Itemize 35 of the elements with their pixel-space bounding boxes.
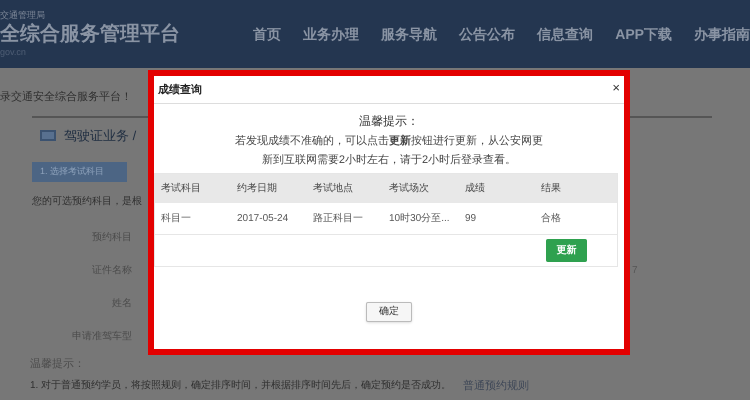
column-header: 考试场次 <box>389 182 430 196</box>
table-cell-text: 路正科目一 <box>313 212 364 226</box>
table-cell-text: 科目一 <box>161 212 192 226</box>
column-header: 结果 <box>541 182 562 196</box>
table-cell-text: 合格 <box>541 212 562 226</box>
nav-link[interactable]: 业务办理 <box>303 24 360 44</box>
welcome-text: 录交通安全综合服务平台！ <box>0 91 132 103</box>
table-cell-text: 10时30分至... <box>389 212 451 226</box>
column-header: 约考日期 <box>237 182 278 196</box>
card-icon <box>40 130 56 142</box>
step-tab[interactable]: 1. 选择考试科目 <box>32 162 127 182</box>
column-header: 成绩 <box>465 182 486 196</box>
nav-link[interactable]: 办事指南 <box>694 24 750 44</box>
update-button[interactable]: 更新 <box>546 238 587 262</box>
dialog-title: 成绩查询 <box>158 82 202 98</box>
column-header: 考试科目 <box>161 182 202 196</box>
nav-link[interactable]: 首页 <box>253 24 282 44</box>
close-button[interactable]: × <box>612 80 620 94</box>
column-header: 考试地点 <box>313 182 354 196</box>
tip-title: 温馨提示： <box>359 112 419 130</box>
notice-text: 1. 对于普通预约学员，将按照规则，确定排序时间，并根据排序时间先后，确定预约是否成功。 <box>30 378 452 394</box>
nav-link[interactable]: 服务导航 <box>381 24 438 44</box>
table-cell-text: 99 <box>465 212 478 226</box>
breadcrumb: 驾驶证业务 / <box>64 127 136 145</box>
agency-name: 交通管理局 <box>0 10 46 22</box>
tip-text: 新到互联网需要2小时左右，请于2小时后登录查看。 <box>262 152 516 168</box>
table-cell-text: 2017-05-24 <box>237 212 290 226</box>
rules-link[interactable]: 普通预约规则 <box>463 378 530 394</box>
ok-button[interactable]: 确定 <box>366 302 412 322</box>
tip-text: 若发现成绩不准确的，可以点击更新按钮进行更新，从公安网更 <box>235 134 543 148</box>
nav-link[interactable]: 信息查询 <box>537 24 594 44</box>
site-title: 全综合服务管理平台 <box>0 22 181 46</box>
nav-link[interactable]: APP下载 <box>615 24 672 44</box>
intro-text: 您的可选预约科目，是根 <box>32 196 142 206</box>
nav-link[interactable]: 公告公布 <box>459 24 516 44</box>
